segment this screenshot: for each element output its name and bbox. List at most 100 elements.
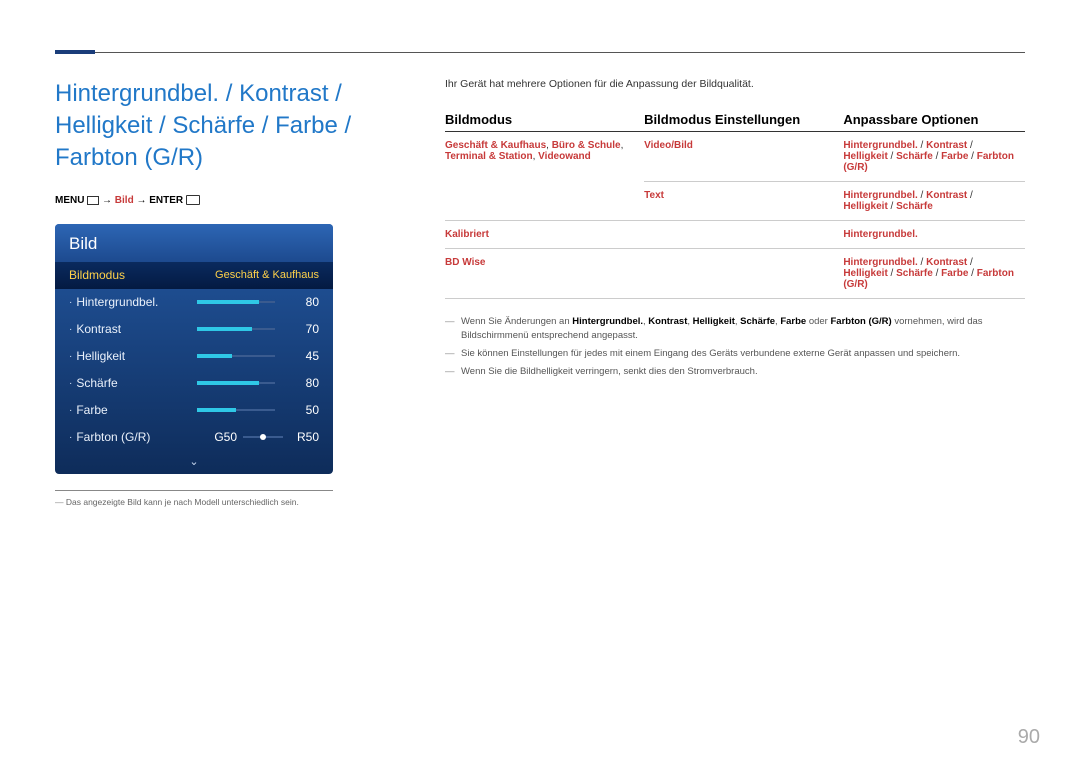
token-strong: Schärfe bbox=[896, 268, 933, 279]
left-column: Hintergrundbel. / Kontrast / Helligkeit … bbox=[55, 78, 390, 507]
token-sep: / bbox=[918, 257, 926, 268]
enter-label: ENTER bbox=[149, 195, 183, 206]
columns: Hintergrundbel. / Kontrast / Helligkeit … bbox=[55, 78, 1025, 507]
cell-optionen: Hintergrundbel. / Kontrast / Helligkeit … bbox=[843, 131, 1025, 181]
token-strong: Farbton (G/R) bbox=[830, 316, 891, 327]
slider-fill bbox=[197, 381, 259, 385]
cell-optionen: Hintergrundbel. / Kontrast / Helligkeit … bbox=[843, 248, 1025, 298]
token-strong: Video/Bild bbox=[644, 140, 693, 151]
osd-slider-value: 50 bbox=[283, 403, 319, 417]
osd-slider-row[interactable]: ·Farbe50 bbox=[55, 397, 333, 424]
page: Hintergrundbel. / Kontrast / Helligkeit … bbox=[0, 0, 1080, 507]
osd-mode-row[interactable]: Bildmodus Geschäft & Kaufhaus bbox=[55, 262, 333, 289]
slider[interactable] bbox=[197, 409, 275, 411]
footnote-image-note: Das angezeigte Bild kann je nach Modell … bbox=[55, 497, 390, 507]
cell-einstellung: Text bbox=[644, 181, 843, 220]
page-number: 90 bbox=[1018, 726, 1040, 749]
token-strong: Helligkeit bbox=[843, 268, 887, 279]
cell-bildmodus: Geschäft & Kaufhaus, Büro & Schule, Term… bbox=[445, 131, 644, 220]
token-sep: / bbox=[968, 268, 976, 279]
right-column: Ihr Gerät hat mehrere Optionen für die A… bbox=[445, 78, 1025, 507]
menu-breadcrumb: MENU → Bild → ENTER bbox=[55, 195, 390, 206]
token-strong: Hintergrundbel. bbox=[843, 140, 917, 151]
token-strong: Schärfe bbox=[896, 201, 933, 212]
tint-slider[interactable] bbox=[243, 436, 283, 438]
slider[interactable] bbox=[197, 328, 275, 330]
token-strong: Terminal & Station bbox=[445, 151, 533, 162]
token-plain: oder bbox=[806, 316, 830, 327]
token-strong: Kontrast bbox=[926, 257, 967, 268]
osd-panel: Bild Bildmodus Geschäft & Kaufhaus · Hint… bbox=[55, 224, 333, 474]
cell-einstellung bbox=[644, 248, 843, 298]
token-strong: Helligkeit bbox=[843, 151, 887, 162]
th-anpassbare: Anpassbare Optionen bbox=[843, 112, 1025, 132]
osd-mode-value: Geschäft & Kaufhaus bbox=[215, 269, 319, 281]
options-table: Bildmodus Bildmodus Einstellungen Anpass… bbox=[445, 112, 1025, 299]
slider-fill bbox=[197, 327, 252, 331]
enter-icon bbox=[186, 195, 200, 205]
osd-slider-label: Kontrast bbox=[76, 322, 197, 336]
token-strong: Farbe bbox=[780, 316, 806, 327]
th-einstellungen: Bildmodus Einstellungen bbox=[644, 112, 843, 132]
token-sep: / bbox=[888, 151, 896, 162]
cell-bildmodus: BD Wise bbox=[445, 248, 644, 298]
cell-einstellung bbox=[644, 220, 843, 248]
token-sep: / bbox=[933, 268, 941, 279]
header-line bbox=[95, 52, 1025, 53]
osd-slider-label: Helligkeit bbox=[76, 349, 197, 363]
token-strong: Farbe bbox=[941, 151, 968, 162]
token-sep: / bbox=[967, 140, 973, 151]
bullet-icon: · bbox=[69, 351, 72, 362]
osd-slider-label: Hintergrundbel. bbox=[76, 295, 197, 309]
bullet-icon: · bbox=[69, 324, 72, 335]
osd-mode-label: Bildmodus bbox=[69, 268, 215, 282]
token-sep: / bbox=[933, 151, 941, 162]
token-strong: Helligkeit bbox=[693, 316, 735, 327]
chevron-down-icon[interactable]: ⌄ bbox=[55, 451, 333, 474]
osd-slider-label: Farbe bbox=[76, 403, 197, 417]
table-row: Kalibriert Hintergrundbel. bbox=[445, 220, 1025, 248]
bullet-icon: · bbox=[69, 297, 72, 308]
arrow-icon: → bbox=[136, 195, 149, 206]
osd-tint-g: G50 bbox=[203, 430, 237, 444]
osd-slider-row[interactable]: · Kontrast 70 bbox=[55, 316, 333, 343]
slider-fill bbox=[197, 354, 232, 358]
token-strong: Videowand bbox=[538, 151, 591, 162]
token-strong: Geschäft & Kaufhaus bbox=[445, 140, 546, 151]
breadcrumb-bild: Bild bbox=[115, 195, 134, 206]
token-strong: Hintergrundbel. bbox=[843, 229, 917, 240]
token-sep: , bbox=[621, 140, 624, 151]
token-strong: Kontrast bbox=[926, 140, 967, 151]
token-strong: Schärfe bbox=[896, 151, 933, 162]
token-strong: Hintergrundbel. bbox=[843, 190, 917, 201]
token-sep: / bbox=[888, 201, 896, 212]
th-bildmodus: Bildmodus bbox=[445, 112, 644, 132]
table-body: Geschäft & Kaufhaus, Büro & Schule, Term… bbox=[445, 131, 1025, 298]
header-rule bbox=[55, 50, 1025, 53]
note-3: Wenn Sie die Bildhelligkeit verringern, … bbox=[445, 365, 1025, 379]
osd-tint-label: Farbton (G/R) bbox=[76, 430, 203, 444]
token-strong: Kalibriert bbox=[445, 229, 489, 240]
table-row: BD Wise Hintergrundbel. / Kontrast / Hell… bbox=[445, 248, 1025, 298]
token-strong: Hintergrundbel. bbox=[572, 316, 643, 327]
osd-slider-row[interactable]: ·Hintergrundbel.80 bbox=[55, 289, 333, 316]
slider[interactable] bbox=[197, 301, 275, 303]
bullet-icon: · bbox=[69, 432, 72, 443]
token-sep: / bbox=[918, 140, 926, 151]
slider[interactable] bbox=[197, 382, 275, 384]
slider[interactable] bbox=[197, 355, 275, 357]
menu-label: MENU bbox=[55, 195, 84, 206]
token-strong: BD Wise bbox=[445, 257, 485, 268]
token-strong: Büro & Schule bbox=[552, 140, 621, 151]
osd-title: Bild bbox=[55, 224, 333, 262]
token-plain: Wenn Sie Änderungen an bbox=[461, 316, 572, 327]
cell-einstellung: Video/Bild bbox=[644, 131, 843, 181]
osd-tint-row[interactable]: · Farbton (G/R) G50 R50 bbox=[55, 424, 333, 451]
token-strong: Kontrast bbox=[648, 316, 687, 327]
osd-slider-row[interactable]: ·Schärfe80 bbox=[55, 370, 333, 397]
osd-slider-row[interactable]: ·Helligkeit45 bbox=[55, 343, 333, 370]
token-strong: Kontrast bbox=[926, 190, 967, 201]
osd-slider-value: 70 bbox=[283, 322, 319, 336]
token-strong: Helligkeit bbox=[843, 201, 887, 212]
osd-rows: ·Hintergrundbel.80·Kontrast70·Helligkeit… bbox=[55, 289, 333, 424]
